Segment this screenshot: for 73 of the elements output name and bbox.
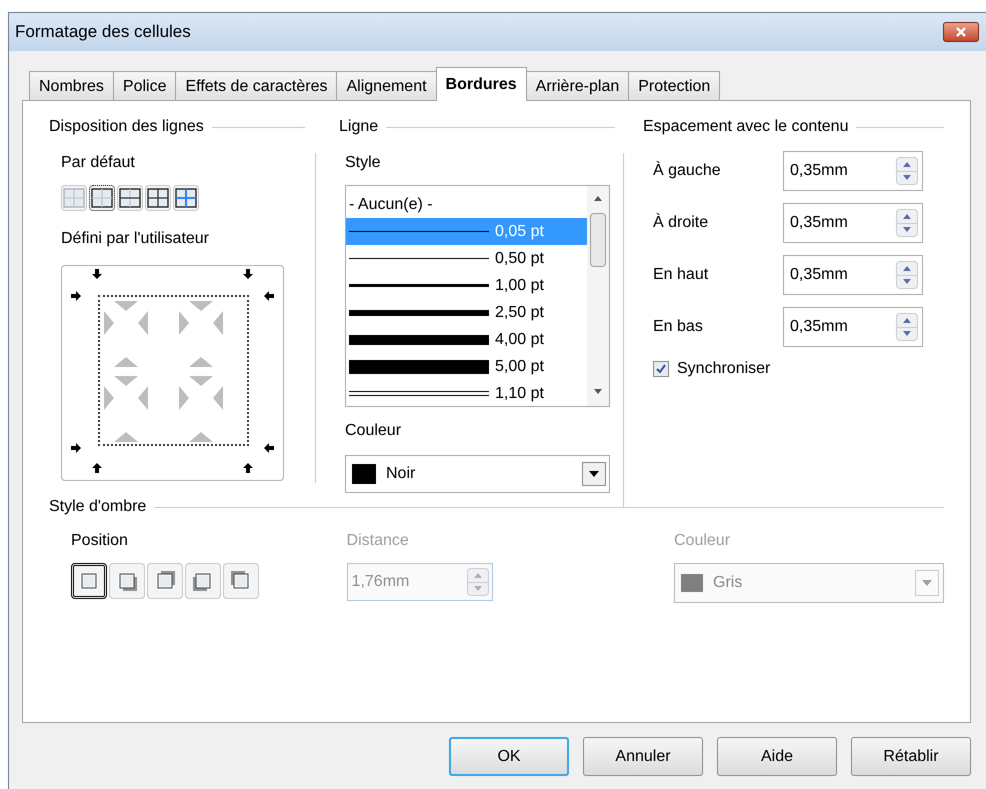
cell-border-drawing — [179, 376, 223, 442]
line-style-item[interactable]: 4,00 pt — [346, 326, 587, 353]
spin-buttons[interactable] — [896, 157, 918, 185]
line-style-item[interactable]: 1,00 pt — [346, 272, 587, 299]
grid-icon — [147, 188, 169, 208]
line-style-item[interactable]: 2,50 pt — [346, 299, 587, 326]
field-label: Position — [71, 531, 129, 551]
cell-border-drawing — [104, 301, 148, 367]
line-style-item[interactable]: 0,50 pt — [346, 245, 587, 272]
arrow-icon — [263, 290, 275, 302]
close-button[interactable] — [943, 22, 979, 42]
section-title: Ligne — [339, 117, 378, 137]
line-style-list[interactable]: - Aucun(e) - 0,05 pt 0,50 pt 1,00 pt 2,50 pt 4,00 pt 5,00 pt 1,10 pt — [345, 185, 610, 407]
field-label: Distance — [346, 531, 410, 551]
cell-border-drawing — [179, 301, 223, 367]
spin-field[interactable]: 0,35mm — [783, 255, 923, 295]
line-style-item[interactable]: 5,00 pt — [346, 353, 587, 380]
spin-buttons[interactable] — [896, 209, 918, 237]
dialog-button[interactable]: OK — [449, 737, 569, 776]
cell-border-drawing — [104, 376, 148, 442]
spin-field[interactable]: 0,35mm — [783, 203, 923, 243]
section-title: Espacement avec le contenu — [643, 117, 848, 137]
section-title: Disposition des lignes — [49, 117, 204, 137]
field-label: En bas — [653, 317, 704, 337]
field-label: En haut — [653, 265, 710, 285]
check-icon — [655, 363, 667, 375]
spin-field[interactable]: 0,35mm — [783, 151, 923, 191]
dialog-button[interactable]: Rétablir — [851, 737, 971, 776]
arrow-icon — [70, 442, 82, 454]
field-label: Par défaut — [61, 153, 136, 173]
tab[interactable]: Alignement — [336, 71, 437, 101]
color-dropdown[interactable]: Noir — [345, 455, 610, 493]
dialog-button[interactable]: Aide — [717, 737, 837, 776]
window-title: Formatage des cellules — [15, 21, 191, 44]
field-label: À droite — [653, 212, 710, 233]
arrow-icon — [70, 290, 82, 302]
field-label: Couleur — [674, 531, 732, 551]
line-style-item[interactable]: 1,10 pt — [346, 380, 587, 406]
spin-buttons[interactable] — [896, 261, 918, 289]
caret-icon — [589, 471, 599, 477]
shadow-button[interactable] — [71, 563, 107, 599]
tab[interactable]: Police — [112, 71, 176, 101]
tab[interactable]: Effets de caractères — [175, 71, 338, 101]
field-label: Défini par l'utilisateur — [61, 229, 210, 249]
checkbox-label: Synchroniser — [677, 359, 770, 379]
grid-icon — [119, 188, 141, 208]
border-preview[interactable] — [61, 265, 284, 481]
dropdown-button[interactable] — [582, 462, 606, 486]
field-label: Couleur — [345, 421, 402, 441]
close-icon — [955, 27, 967, 37]
grid-icon — [91, 188, 113, 208]
scrollbar[interactable] — [587, 186, 609, 406]
preset-button[interactable] — [89, 185, 115, 211]
checkbox[interactable] — [653, 361, 669, 377]
tab[interactable]: Bordures — [436, 67, 527, 101]
line-style-item[interactable]: - Aucun(e) - — [346, 191, 587, 218]
tab[interactable]: Arrière-plan — [526, 71, 630, 101]
arrow-icon — [242, 462, 254, 474]
spin-buttons[interactable] — [896, 313, 918, 341]
spin-field[interactable]: 0,35mm — [783, 307, 923, 347]
grid-icon — [63, 188, 85, 208]
arrow-icon — [263, 442, 275, 454]
tab[interactable]: Nombres — [29, 71, 114, 101]
dialog-button[interactable]: Annuler — [583, 737, 703, 776]
arrow-icon — [242, 268, 254, 280]
tab[interactable]: Protection — [628, 71, 720, 101]
grid-icon — [175, 188, 197, 208]
arrow-icon — [91, 268, 103, 280]
field-label: Style — [345, 153, 382, 173]
caret-icon — [922, 580, 932, 586]
arrow-icon — [91, 462, 103, 474]
section-title: Style d'ombre — [49, 497, 146, 517]
field-label: À gauche — [653, 160, 722, 181]
